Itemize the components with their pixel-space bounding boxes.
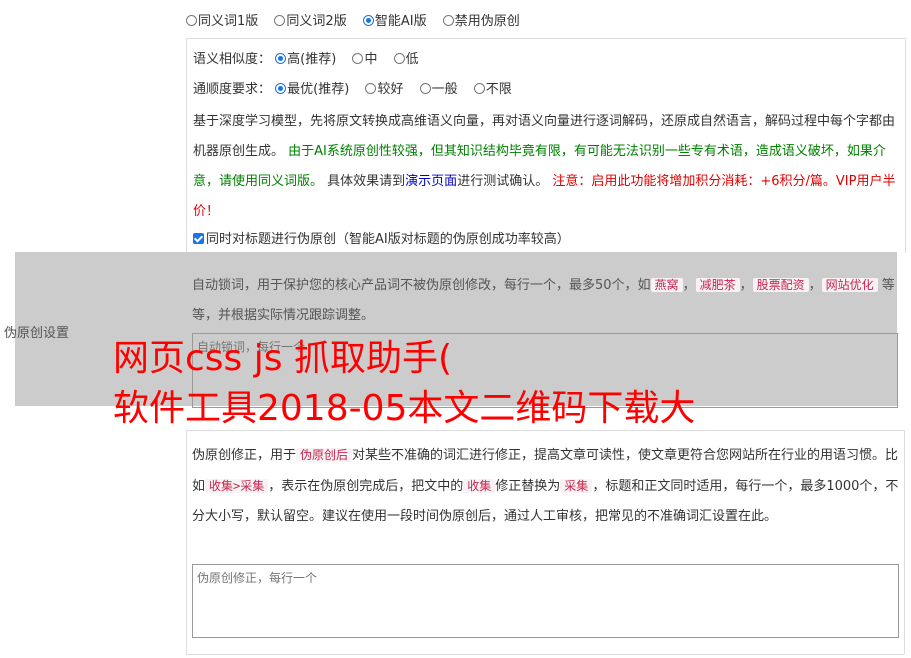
mode-option-label: 同义词1版 — [198, 14, 259, 29]
mode-radio-group: 同义词1版 同义词2版 智能AI版 禁用伪原创 — [186, 10, 532, 29]
fluency-option-label: 最优(推荐) — [287, 82, 350, 97]
example-tag: 减肥茶 — [695, 278, 740, 292]
similarity-medium[interactable]: 中 — [352, 52, 377, 67]
frame-border-bottom — [186, 654, 904, 655]
checkbox-checked-icon — [193, 233, 204, 244]
example-tag: 伪原创后 — [296, 448, 353, 462]
example-tag: 网站优化 — [821, 278, 878, 292]
similarity-option-label: 中 — [364, 52, 378, 67]
radio-icon — [352, 53, 364, 64]
correction-text: ，表示在伪原创完成后，把文中的 — [268, 479, 464, 494]
radio-selected-icon — [275, 83, 287, 94]
watermark-text: 网页css js 抓取助手( 软件工具2018-05本文二维码下载大 — [113, 334, 695, 434]
fluency-unlimited[interactable]: 不限 — [473, 82, 512, 97]
radio-icon — [473, 83, 485, 94]
title-checkbox-label: 同时对标题进行伪原创（智能AI版对标题的伪原创成功率较高） — [206, 232, 570, 247]
similarity-high[interactable]: 高(推荐) — [275, 52, 336, 67]
similarity-label: 语义相似度： — [193, 52, 272, 67]
example-tag: 采集 — [560, 479, 593, 493]
similarity-row: 语义相似度： 高(推荐) 中 低 — [193, 48, 431, 67]
example-tag: 燕窝 — [650, 278, 683, 292]
correction-input[interactable] — [192, 564, 899, 638]
fluency-option-label: 不限 — [485, 82, 512, 97]
fluency-option-label: 较好 — [377, 82, 404, 97]
example-tag: 股票配资 — [752, 278, 809, 292]
watermark-line: 网页css js 抓取助手( — [113, 338, 452, 379]
example-tag: 收集>采集 — [205, 479, 269, 493]
demo-suffix-text: 进行测试确认。 — [457, 174, 549, 189]
radio-icon — [419, 83, 431, 94]
demo-prefix-text: 具体效果请到 — [327, 174, 406, 189]
demo-page-link[interactable]: 演示页面 — [405, 174, 457, 189]
correction-text: 修正替换为 — [495, 479, 561, 494]
title-checkbox[interactable]: 同时对标题进行伪原创（智能AI版对标题的伪原创成功率较高） — [193, 228, 570, 247]
radio-icon — [442, 15, 454, 26]
lock-words-text: 自动锁词，用于保护您的核心产品词不被伪原创修改，每行一个，最多50个，如 — [192, 278, 651, 293]
similarity-option-label: 低 — [405, 52, 419, 67]
mode-option-ai[interactable]: 智能AI版 — [362, 14, 427, 29]
correction-description: 伪原创修正，用于 伪原创后 对某些不准确的词汇进行修正，提高文章可读性，使文章更符合… — [192, 440, 900, 532]
fluency-label: 通顺度要求： — [193, 82, 272, 97]
ai-options-panel: 语义相似度： 高(推荐) 中 低 通顺度要求： 最优(推荐) 较好 一般 不限 … — [186, 38, 906, 253]
similarity-low[interactable]: 低 — [393, 52, 419, 67]
ai-description: 基于深度学习模型，先将原文转换成高维语义向量，再对语义向量进行逐词解码，还原成自… — [193, 107, 899, 227]
example-tag: 收集 — [463, 479, 496, 493]
mode-option-synonym2[interactable]: 同义词2版 — [274, 14, 347, 29]
fluency-best[interactable]: 最优(推荐) — [275, 82, 349, 97]
fluency-good[interactable]: 较好 — [365, 82, 403, 97]
mode-option-label: 智能AI版 — [374, 14, 427, 29]
frame-border-left — [186, 430, 187, 654]
mode-option-disable[interactable]: 禁用伪原创 — [442, 14, 520, 29]
fluency-row: 通顺度要求： 最优(推荐) 较好 一般 不限 — [193, 78, 524, 97]
radio-selected-icon — [362, 15, 374, 26]
frame-border-right — [904, 430, 905, 654]
fluency-option-label: 一般 — [431, 82, 458, 97]
similarity-option-label: 高(推荐) — [287, 52, 337, 67]
radio-icon — [274, 15, 286, 26]
lock-words-description: 自动锁词，用于保护您的核心产品词不被伪原创修改，每行一个，最多50个，如 燕窝，减… — [192, 278, 895, 323]
fluency-normal[interactable]: 一般 — [419, 82, 458, 97]
mode-option-label: 禁用伪原创 — [454, 14, 520, 29]
mode-option-label: 同义词2版 — [286, 14, 347, 29]
radio-selected-icon — [275, 53, 287, 64]
mode-option-synonym1[interactable]: 同义词1版 — [186, 14, 258, 29]
radio-icon — [186, 15, 197, 26]
radio-icon — [393, 53, 405, 64]
watermark-line: 软件工具2018-05本文二维码下载大 — [113, 388, 696, 429]
correction-text: 伪原创修正，用于 — [192, 448, 297, 463]
radio-icon — [365, 83, 377, 94]
section-label: 伪原创设置 — [4, 326, 70, 341]
